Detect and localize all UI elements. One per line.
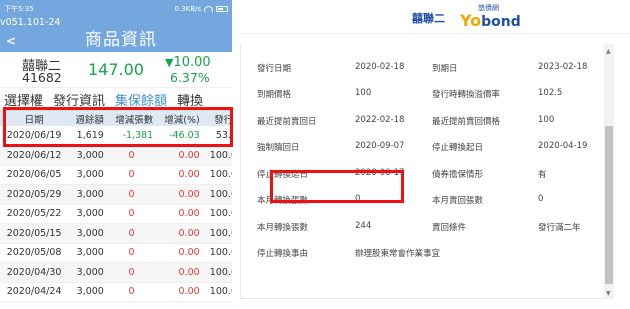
table-row[interactable]: 2020/05/22 3,000 0 0.00 100.0 bbox=[0, 204, 232, 224]
screenshot-composite: 下午5:35 0.3KB/s v051.101-24 < 商品資訊 囍聯二 41… bbox=[0, 0, 630, 309]
detail-row: 發行日期 2020-02-18 到期日 2023-02-18 bbox=[257, 62, 588, 74]
page-title: 商品資訊 bbox=[85, 30, 157, 50]
status-time: 下午5:35 bbox=[4, 5, 34, 13]
table-row[interactable]: 2020/05/08 3,000 0 0.00 100.0 bbox=[0, 243, 232, 263]
app-bar: 下午5:35 0.3KB/s v051.101-24 < 商品資訊 bbox=[0, 0, 232, 52]
scroll-down-icon[interactable]: ▼ bbox=[606, 290, 611, 297]
price-change-value: 10.00 bbox=[173, 55, 211, 70]
bond-title: 囍聯二 bbox=[412, 12, 445, 25]
vertical-scrollbar[interactable]: ▲ ▼ bbox=[604, 44, 614, 299]
web-detail-panel: 囍聯二 悠債網 Yobond 發行日期 2020-02-18 到期日 2023-… bbox=[240, 0, 630, 309]
network-speed: 0.3KB/s bbox=[174, 5, 201, 13]
web-header: 囍聯二 悠債網 Yobond bbox=[240, 0, 630, 34]
table-row[interactable]: 2020/04/30 3,000 0 0.00 100.0 bbox=[0, 262, 232, 283]
status-bar: 下午5:35 0.3KB/s bbox=[4, 3, 228, 15]
tab-conversion[interactable]: 轉換 bbox=[177, 90, 203, 109]
table-row[interactable]: 2020/06/12 3,000 0 0.00 100.0 bbox=[0, 145, 232, 166]
detail-row: 停止轉換事由 辦理股東常會作業事宜 bbox=[257, 249, 441, 259]
detail-row: 本月轉換張數 244 賣回條件 發行滿二年 bbox=[257, 221, 581, 233]
yobond-logo[interactable]: Yobond bbox=[460, 11, 521, 30]
tab-options[interactable]: 選擇權 bbox=[4, 90, 43, 109]
mobile-app-panel: 下午5:35 0.3KB/s v051.101-24 < 商品資訊 囍聯二 41… bbox=[0, 0, 232, 309]
price-change: ▼10.00 bbox=[165, 55, 211, 70]
quote-summary: 囍聯二 41682 147.00 ▼10.00 6.37% bbox=[0, 52, 232, 88]
detail-row: 強制贖回日 2020-09-07 停止轉換起日 2020-04-19 bbox=[257, 141, 588, 153]
detail-row: 到期價格 100 發行時轉換溢價率 102.5 bbox=[257, 88, 563, 100]
bond-price: 147.00 bbox=[88, 60, 144, 79]
scroll-thumb[interactable] bbox=[605, 126, 613, 284]
table-row[interactable]: 2020/05/29 3,000 0 0.00 100.0 bbox=[0, 184, 232, 205]
detail-row: 最近提前賣回日 2022-02-18 最近提前賣回價格 100 bbox=[257, 115, 555, 127]
back-arrow-icon[interactable]: < bbox=[6, 35, 16, 47]
bond-code: 41682 bbox=[22, 70, 62, 85]
tab-custody-balance[interactable]: 集保餘額 bbox=[115, 90, 167, 109]
scroll-up-icon[interactable]: ▲ bbox=[606, 48, 611, 55]
wifi-icon bbox=[204, 6, 213, 12]
app-version: v051.101-24 bbox=[0, 17, 61, 28]
table-row[interactable]: 2020/05/15 3,000 0 0.00 100.0 bbox=[0, 223, 232, 244]
tab-issue-info[interactable]: 發行資訊 bbox=[53, 90, 105, 109]
highlight-box bbox=[270, 170, 404, 203]
battery-icon bbox=[216, 6, 228, 12]
table-row[interactable]: 2020/04/24 3,000 0 0.00 100.0 bbox=[0, 282, 232, 302]
table-row[interactable]: 2020/06/05 3,000 0 0.00 100.0 bbox=[0, 165, 232, 185]
highlight-box bbox=[3, 107, 233, 147]
price-change-pct: 6.37% bbox=[170, 70, 210, 85]
